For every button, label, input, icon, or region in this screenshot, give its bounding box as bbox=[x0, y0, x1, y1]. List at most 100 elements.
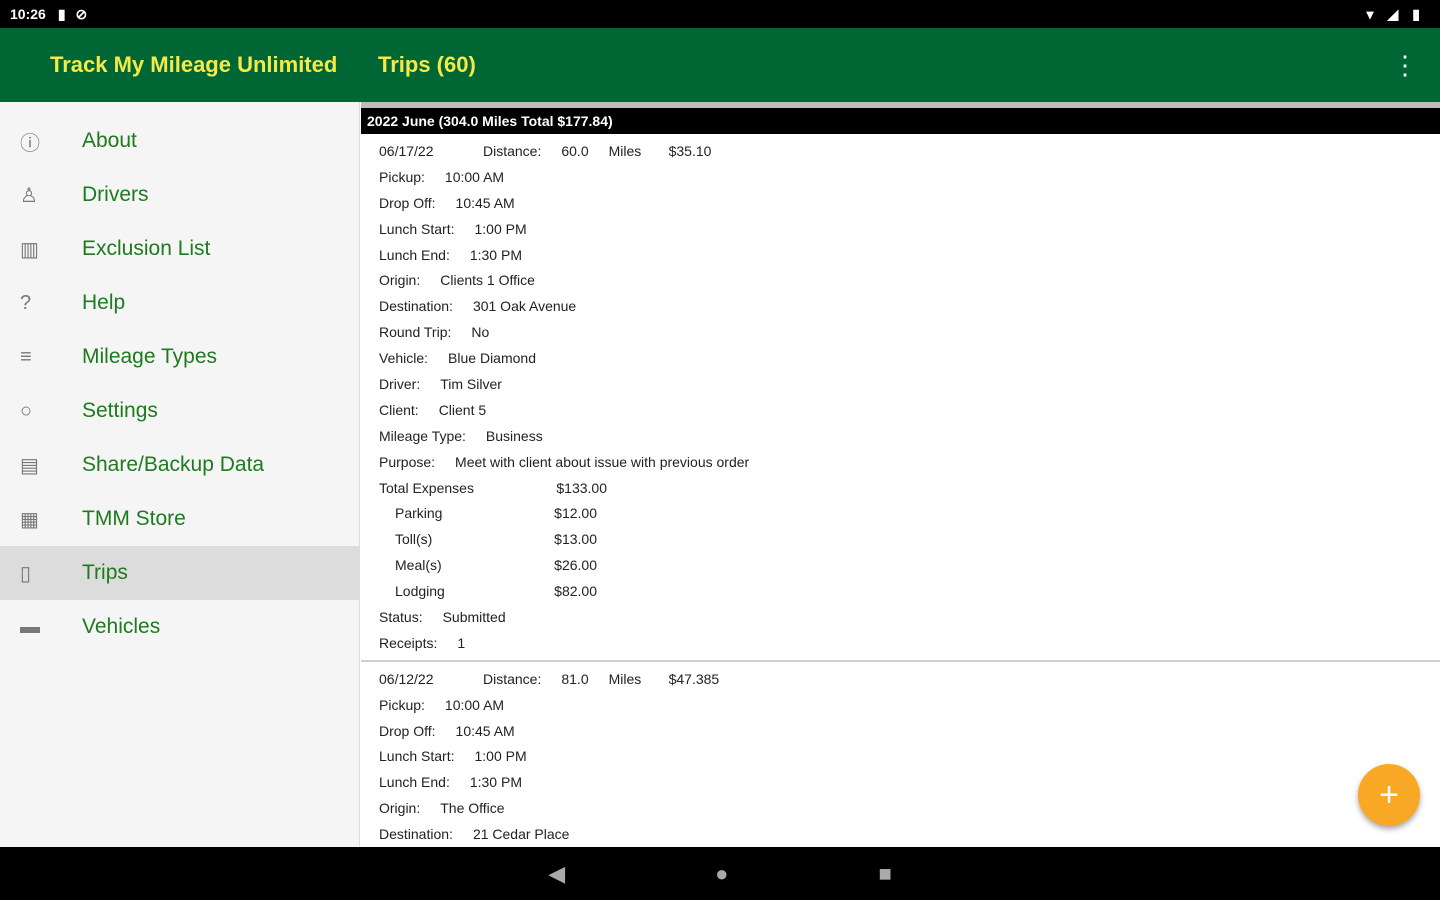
trip-card[interactable]: 06/17/22 Distance: 60.0 Miles $35.10 Pic… bbox=[361, 134, 1440, 662]
expense-row: Toll(s) $13.00 bbox=[379, 526, 1440, 552]
distance-label: Distance: bbox=[483, 142, 542, 159]
field-label: Mileage Type: bbox=[379, 427, 466, 444]
trip-distance: 81.0 bbox=[561, 670, 589, 687]
trip-field-row: Lunch Start: 1:00 PM bbox=[379, 743, 1440, 769]
trip-field-row: Lunch End: 1:30 PM bbox=[379, 242, 1440, 268]
field-label: Lunch End: bbox=[379, 774, 450, 791]
battery-icon: ▮ bbox=[1412, 5, 1420, 22]
field-value: Client 5 bbox=[438, 401, 487, 418]
trip-field-row: Round Trip: No bbox=[379, 319, 1440, 345]
sidebar-item-label: Settings bbox=[82, 399, 158, 422]
expense-value: $13.00 bbox=[554, 531, 597, 548]
field-label: Round Trip: bbox=[379, 324, 452, 341]
trip-field-row: Receipts: 1 bbox=[379, 630, 1440, 656]
expense-row: Lodging $82.00 bbox=[379, 578, 1440, 604]
field-value: 21 Cedar Place bbox=[472, 826, 570, 843]
field-value: 301 Oak Avenue bbox=[472, 298, 577, 315]
expense-value: $82.00 bbox=[554, 583, 597, 600]
share-icon: ▤ bbox=[20, 454, 39, 477]
trip-field-row: Lunch Start: 1:00 PM bbox=[379, 216, 1440, 242]
trip-field-row: Pickup: 10:00 AM bbox=[379, 692, 1440, 718]
trip-field-row: Vehicle: Blue Diamond bbox=[379, 345, 1440, 371]
field-value: 1:00 PM bbox=[474, 748, 527, 765]
sd-card-icon: ▮ bbox=[57, 5, 66, 22]
app-title: Track My Mileage Unlimited bbox=[50, 52, 338, 77]
sidebar-item-drivers[interactable]: ♙ Drivers bbox=[0, 168, 359, 222]
system-nav-bar: ◀ ● ■ bbox=[0, 847, 1440, 900]
trip-amount: $47.385 bbox=[668, 670, 720, 687]
distance-label: Distance: bbox=[483, 670, 542, 687]
status-bar: 10:26 ▮ ⊘ ▾ ◢ ▮ bbox=[0, 0, 1440, 28]
field-value: Meet with client about issue with previo… bbox=[455, 453, 750, 470]
field-label: Origin: bbox=[379, 800, 421, 817]
trip-field-row: Destination: 21 Cedar Place bbox=[379, 821, 1440, 847]
expense-value: $12.00 bbox=[554, 505, 597, 522]
settings-icon: ○ bbox=[20, 399, 33, 422]
trip-field-row: Driver: Tim Silver bbox=[379, 371, 1440, 397]
sidebar-item-settings[interactable]: ○ Settings bbox=[0, 384, 359, 438]
trip-field-row: Destination: 301 Oak Avenue bbox=[379, 293, 1440, 319]
total-expenses-label: Total Expenses bbox=[379, 479, 474, 496]
screen-title: Trips (60) bbox=[378, 52, 476, 77]
recents-icon[interactable]: ■ bbox=[878, 861, 891, 887]
field-value: The Office bbox=[440, 800, 505, 817]
sidebar-item-label: Vehicles bbox=[82, 615, 161, 638]
field-label: Origin: bbox=[379, 272, 421, 289]
field-label: Destination: bbox=[379, 826, 453, 843]
info-icon: ⓘ bbox=[20, 132, 40, 155]
car-icon: ▬ bbox=[20, 615, 40, 638]
sidebar-item-trips[interactable]: ▯ Trips bbox=[0, 546, 359, 600]
total-expenses-value: $133.00 bbox=[556, 479, 607, 496]
trash-list-icon: ▥ bbox=[20, 238, 39, 261]
trip-card[interactable]: 06/12/22 Distance: 81.0 Miles $47.385 Pi… bbox=[361, 662, 1440, 847]
field-value: 1 bbox=[457, 634, 466, 651]
expense-name: Meal(s) bbox=[395, 557, 442, 574]
trip-field-row: Client: Client 5 bbox=[379, 397, 1440, 423]
sidebar-item-label: Mileage Types bbox=[82, 345, 218, 368]
sidebar-item-share-backup-data[interactable]: ▤ Share/Backup Data bbox=[0, 438, 359, 492]
sidebar-item-label: Exclusion List bbox=[82, 237, 211, 260]
trip-date: 06/17/22 bbox=[379, 142, 434, 159]
field-value: Submitted bbox=[442, 608, 506, 625]
field-value: No bbox=[471, 324, 490, 341]
field-value: Blue Diamond bbox=[448, 350, 536, 367]
distance-unit: Miles bbox=[608, 670, 642, 687]
sidebar-item-tmm-store[interactable]: ▦ TMM Store bbox=[0, 492, 359, 546]
sidebar-item-mileage-types[interactable]: ≡ Mileage Types bbox=[0, 330, 359, 384]
sidebar-item-label: About bbox=[82, 129, 137, 152]
trip-list[interactable]: 2022 June (304.0 Miles Total $177.84) 06… bbox=[361, 102, 1440, 847]
field-label: Destination: bbox=[379, 298, 453, 315]
trip-field-row: Origin: Clients 1 Office bbox=[379, 267, 1440, 293]
field-label: Receipts: bbox=[379, 634, 438, 651]
sidebar-item-vehicles[interactable]: ▬ Vehicles bbox=[0, 600, 359, 654]
trip-field-row: Status: Submitted bbox=[379, 604, 1440, 630]
store-icon: ▦ bbox=[20, 508, 39, 531]
field-value: Tim Silver bbox=[440, 375, 502, 392]
sidebar-item-label: Share/Backup Data bbox=[82, 453, 265, 476]
field-label: Purpose: bbox=[379, 453, 436, 470]
trip-summary-row: 06/12/22 Distance: 81.0 Miles $47.385 bbox=[379, 666, 1440, 692]
field-value: 10:00 AM bbox=[444, 696, 505, 713]
trip-field-row: Drop Off: 10:45 AM bbox=[379, 190, 1440, 216]
field-label: Drop Off: bbox=[379, 194, 436, 211]
sidebar-item-about[interactable]: ⓘ About bbox=[0, 114, 359, 168]
expense-value: $26.00 bbox=[554, 557, 597, 574]
nav-drawer: ⓘ About ♙ Drivers ▥ Exclusion List? Help ≡ … bbox=[0, 102, 360, 847]
help-icon: ? bbox=[20, 291, 32, 314]
field-label: Pickup: bbox=[379, 696, 425, 713]
trip-summary-row: 06/17/22 Distance: 60.0 Miles $35.10 bbox=[379, 138, 1440, 164]
trip-field-row: Purpose: Meet with client about issue wi… bbox=[379, 449, 1440, 475]
list-icon: ≡ bbox=[20, 345, 32, 368]
sidebar-item-label: Drivers bbox=[82, 183, 149, 206]
expense-name: Toll(s) bbox=[395, 531, 433, 548]
sidebar-item-exclusion-list[interactable]: ▥ Exclusion List bbox=[0, 222, 359, 276]
overflow-menu-icon[interactable]: ⋮ bbox=[1392, 52, 1418, 78]
back-icon[interactable]: ◀ bbox=[548, 861, 565, 887]
person-icon: ♙ bbox=[20, 184, 38, 207]
sidebar-item-help[interactable]: ? Help bbox=[0, 276, 359, 330]
home-icon[interactable]: ● bbox=[715, 861, 728, 887]
add-trip-button[interactable]: + bbox=[1358, 764, 1420, 826]
field-label: Lunch Start: bbox=[379, 748, 455, 765]
trip-field-row: Lunch End: 1:30 PM bbox=[379, 769, 1440, 795]
field-value: Business bbox=[485, 427, 543, 444]
